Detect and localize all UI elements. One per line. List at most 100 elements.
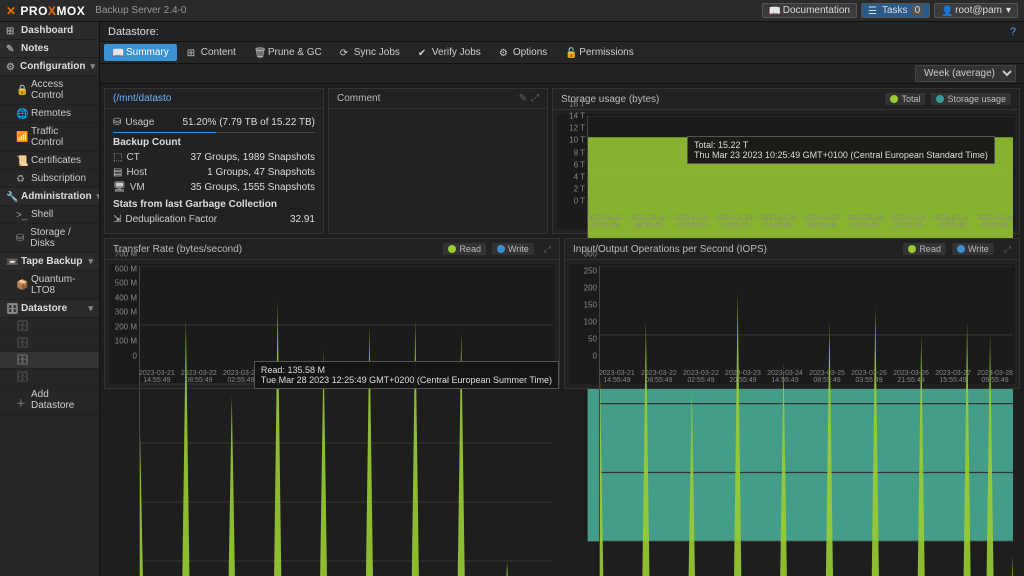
sidebar: ⊞Dashboard✎Notes⚙Configuration▾🔒Access C… bbox=[0, 22, 100, 576]
sidebar-item-dashboard[interactable]: ⊞ Dashboard bbox=[0, 22, 99, 40]
sidebar-item-config[interactable]: ⚙Configuration▾ bbox=[0, 58, 99, 76]
plus-icon: ＋ bbox=[16, 395, 26, 405]
logo: ✕ PROXMOX bbox=[6, 4, 85, 18]
top-bar: ✕ PROXMOX Backup Server 2.4-0 📖 Document… bbox=[0, 0, 1024, 22]
disk-icon: ⛁ bbox=[113, 117, 121, 128]
lock-icon: 🔒 bbox=[16, 85, 26, 95]
sidebar-item-label: Tape Backup bbox=[21, 256, 83, 267]
db-icon: 🗄 bbox=[16, 321, 26, 331]
sidebar-item-label: Dashboard bbox=[21, 25, 73, 36]
sidebar-item-shell[interactable]: >_ Shell bbox=[0, 206, 99, 224]
panel-title: Storage usage (bytes) Total Storage usag… bbox=[553, 89, 1019, 110]
dash-icon: ⊞ bbox=[6, 26, 16, 36]
logo-x-icon: ✕ bbox=[6, 4, 17, 18]
db-icon: 🗄 bbox=[16, 338, 26, 348]
legend-usage[interactable]: Storage usage bbox=[931, 93, 1011, 105]
storage-usage-panel: Storage usage (bytes) Total Storage usag… bbox=[552, 88, 1020, 234]
sidebar-item-remotes[interactable]: 🌐Remotes bbox=[0, 105, 99, 123]
db-icon: 🗄 bbox=[16, 355, 26, 365]
tab-content[interactable]: ⊞Content bbox=[179, 44, 244, 61]
sidebar-item-label: Notes bbox=[21, 43, 49, 54]
disk-icon: ⛁ bbox=[16, 233, 25, 243]
expand-icon[interactable]: ⤢ bbox=[531, 93, 539, 104]
tab-verify[interactable]: ✔Verify Jobs bbox=[410, 44, 489, 61]
sidebar-item-label: Traffic Control bbox=[31, 126, 93, 148]
edit-icon[interactable]: ✎ bbox=[519, 93, 527, 104]
sidebar-item-ds3[interactable]: 🗄 bbox=[0, 352, 99, 369]
timeframe-select[interactable]: Week (average) bbox=[915, 65, 1016, 82]
panel-title: Comment ✎ ⤢ bbox=[329, 89, 547, 109]
sidebar-item-label: Quantum-LTO8 bbox=[31, 274, 93, 296]
sidebar-item-traffic[interactable]: 📶 Traffic Control bbox=[0, 123, 99, 152]
tab-bar: 📖Summary⊞Content🗑Prune & GC⟳Sync Jobs✔Ve… bbox=[100, 42, 1024, 64]
storage-chart[interactable]: Total: 15.22 T Thu Mar 23 2023 10:25:49 … bbox=[557, 114, 1015, 229]
comment-panel: Comment ✎ ⤢ bbox=[328, 88, 548, 234]
user-icon: 👤 bbox=[941, 6, 951, 16]
sidebar-item-label: Certificates bbox=[31, 155, 81, 166]
sidebar-item-datastore-hdr[interactable]: 🗄 Datastore ▾ bbox=[0, 300, 99, 318]
signal-icon: 📶 bbox=[16, 132, 26, 142]
sidebar-item-ds1[interactable]: 🗄 bbox=[0, 318, 99, 335]
tab-options[interactable]: ⚙Options bbox=[491, 44, 555, 61]
tab-sync[interactable]: ⟳Sync Jobs bbox=[332, 44, 408, 61]
db-icon: 🗄 bbox=[16, 372, 26, 382]
documentation-button[interactable]: 📖 Documentation bbox=[762, 3, 857, 18]
chevron-down-icon: ▾ bbox=[91, 61, 96, 72]
sidebar-item-cert[interactable]: 📜Certificates bbox=[0, 152, 99, 170]
tab-summary[interactable]: 📖Summary bbox=[104, 44, 177, 61]
iops-chart[interactable]: 0501001502002503002023-03-21 14:55:49202… bbox=[569, 264, 1015, 384]
chevron-down-icon: ▾ bbox=[88, 303, 93, 314]
product-label: Backup Server 2.4-0 bbox=[95, 5, 186, 16]
usage-bar bbox=[113, 132, 315, 133]
sidebar-item-notes[interactable]: ✎Notes bbox=[0, 40, 99, 58]
expand-icon[interactable]: ⤢ bbox=[1004, 244, 1011, 255]
term-icon: >_ bbox=[16, 210, 26, 220]
db-icon: 🗄 bbox=[6, 304, 16, 314]
tasks-button[interactable]: ☰ Tasks 0 bbox=[861, 3, 930, 18]
sidebar-item-disks[interactable]: ⛁ Storage / Disks bbox=[0, 224, 99, 253]
panel-title: (/mnt/datasto bbox=[105, 89, 323, 109]
legend-write[interactable]: Write bbox=[492, 243, 534, 255]
usage-value: 51.20% (7.79 TB of 15.22 TB) bbox=[183, 117, 316, 128]
sidebar-item-ds2[interactable]: 🗄 bbox=[0, 335, 99, 352]
tab-perms[interactable]: 🔓Permissions bbox=[557, 44, 641, 61]
sidebar-item-quantum[interactable]: 📦 Quantum-LTO8 bbox=[0, 271, 99, 300]
sidebar-item-access[interactable]: 🔒 Access Control bbox=[0, 76, 99, 105]
gc-header: Stats from last Garbage Collection bbox=[113, 199, 315, 210]
datastore-info-panel: (/mnt/datasto ⛁Usage 51.20% (7.79 TB of … bbox=[104, 88, 324, 234]
sidebar-item-ds4[interactable]: 🗄 bbox=[0, 369, 99, 386]
gear-icon: ⚙ bbox=[499, 48, 509, 58]
refresh-icon: ⟳ bbox=[340, 48, 350, 58]
user-menu-button[interactable]: 👤 root@pam ▾ bbox=[934, 3, 1018, 18]
cube-icon: ⬚ bbox=[113, 152, 122, 163]
sidebar-item-addds[interactable]: ＋Add Datastore bbox=[0, 386, 99, 415]
chevron-down-icon: ▾ bbox=[88, 256, 93, 267]
tape-icon: 📼 bbox=[6, 257, 16, 267]
legend-read[interactable]: Read bbox=[443, 243, 486, 255]
sidebar-item-sub[interactable]: ♻Subscription bbox=[0, 170, 99, 188]
tab-prune[interactable]: 🗑Prune & GC bbox=[246, 44, 330, 61]
check-icon: ✔ bbox=[418, 48, 428, 58]
sidebar-item-label: Storage / Disks bbox=[30, 227, 93, 249]
chevron-down-icon: ▾ bbox=[1006, 5, 1011, 16]
transfer-chart[interactable]: Read: 135.58 M Tue Mar 28 2023 12:25:49 … bbox=[109, 264, 555, 384]
wrench-icon: 🔧 bbox=[6, 192, 16, 202]
transfer-rate-panel: Transfer Rate (bytes/second) Read Write … bbox=[104, 238, 560, 389]
legend-write[interactable]: Write bbox=[952, 243, 994, 255]
tasks-badge: 0 bbox=[912, 5, 924, 16]
book-icon: 📖 bbox=[769, 6, 779, 16]
unlock-icon: 🔓 bbox=[565, 48, 575, 58]
legend-read[interactable]: Read bbox=[903, 243, 946, 255]
sidebar-item-label: Administration bbox=[21, 191, 92, 202]
sidebar-item-label: Access Control bbox=[31, 79, 93, 101]
sidebar-item-label: Subscription bbox=[31, 173, 86, 184]
sidebar-item-tape[interactable]: 📼 Tape Backup ▾ bbox=[0, 253, 99, 271]
sidebar-item-label: Configuration bbox=[20, 61, 86, 72]
legend-total[interactable]: Total bbox=[885, 93, 925, 105]
help-icon[interactable]: ? bbox=[1010, 26, 1016, 38]
sidebar-item-label: Datastore bbox=[21, 303, 67, 314]
box-icon: 📦 bbox=[16, 280, 26, 290]
sidebar-item-label: Shell bbox=[31, 209, 53, 220]
sidebar-item-admin[interactable]: 🔧Administration▾ bbox=[0, 188, 99, 206]
expand-icon[interactable]: ⤢ bbox=[544, 244, 551, 255]
